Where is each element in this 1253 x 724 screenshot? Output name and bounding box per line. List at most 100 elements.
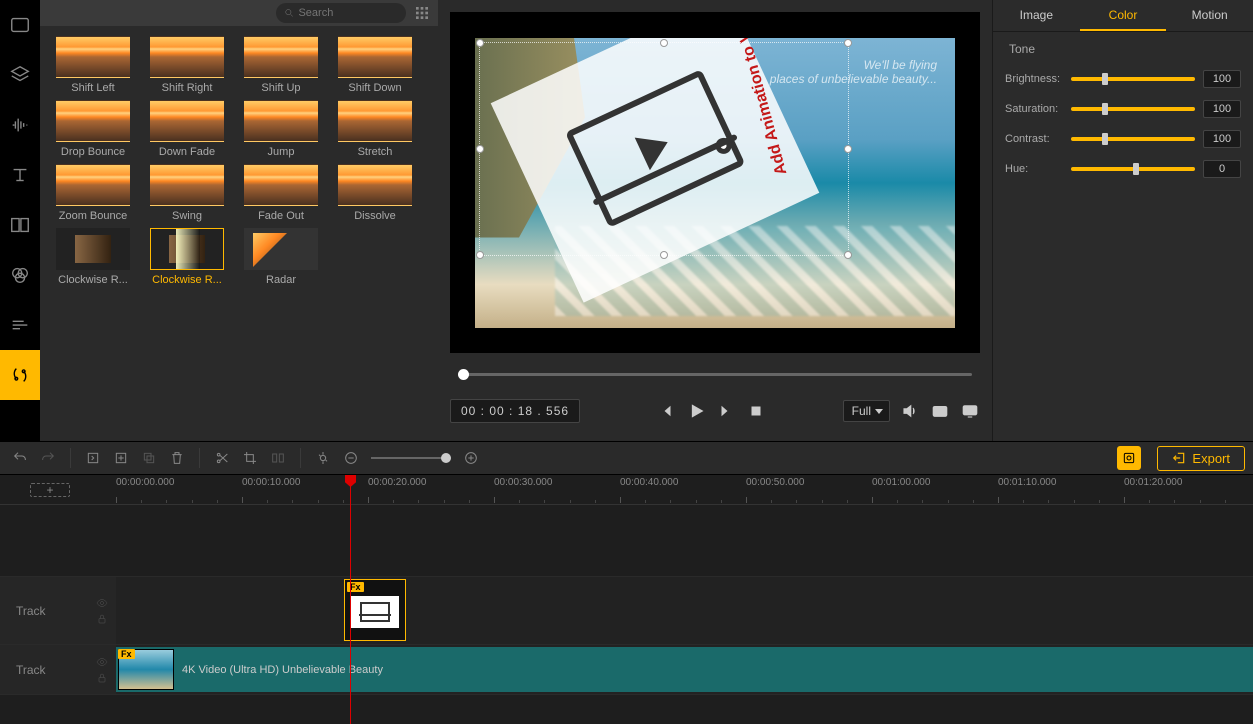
stop-button[interactable] xyxy=(746,401,766,421)
layers-tab[interactable] xyxy=(0,50,40,100)
video-clip[interactable]: Fx 4K Video (Ultra HD) Unbelievable Beau… xyxy=(116,647,1253,692)
effect-item[interactable]: Shift Left xyxy=(46,36,140,94)
saturation-slider[interactable] xyxy=(1071,107,1195,111)
preview-viewport[interactable]: We'll be flying places of unbelievable b… xyxy=(450,12,980,353)
search-box[interactable] xyxy=(276,3,406,23)
effect-item[interactable]: Dissolve xyxy=(328,164,422,222)
overlay-clip[interactable]: Fx xyxy=(344,579,406,641)
cut-button[interactable] xyxy=(210,446,234,470)
next-frame-button[interactable] xyxy=(716,401,736,421)
handle-mid-right[interactable] xyxy=(844,145,852,153)
audio-tab[interactable] xyxy=(0,100,40,150)
add-marker-button[interactable] xyxy=(109,446,133,470)
fullscreen-button[interactable] xyxy=(960,401,980,421)
effect-item[interactable]: Down Fade xyxy=(140,100,234,158)
prop-hue: Hue: 0 xyxy=(993,154,1253,184)
tracks-area: Track Fx Track xyxy=(0,505,1253,695)
add-track-button[interactable]: + xyxy=(30,483,70,497)
effects-panel: Shift LeftShift RightShift UpShift Down D… xyxy=(40,0,438,441)
tab-motion[interactable]: Motion xyxy=(1166,0,1253,31)
hue-value[interactable]: 0 xyxy=(1203,160,1241,178)
undo-button[interactable] xyxy=(8,446,32,470)
effect-item[interactable]: Stretch xyxy=(328,100,422,158)
effect-label: Fade Out xyxy=(234,210,328,222)
effect-item[interactable]: Clockwise R... xyxy=(46,228,140,286)
ruler-label: 00:00:30.000 xyxy=(494,477,552,488)
ruler-label: 00:00:20.000 xyxy=(368,477,426,488)
saturation-value[interactable]: 100 xyxy=(1203,100,1241,118)
split-button[interactable] xyxy=(266,446,290,470)
effect-item[interactable]: Clockwise R... xyxy=(140,228,234,286)
animations-tab[interactable] xyxy=(0,350,40,400)
prop-saturation: Saturation: 100 xyxy=(993,94,1253,124)
tab-color[interactable]: Color xyxy=(1080,0,1167,31)
media-tab[interactable] xyxy=(0,0,40,50)
track-lane-overlay[interactable]: Fx xyxy=(116,577,1253,644)
ruler-label: 00:01:20.000 xyxy=(1124,477,1182,488)
tab-image[interactable]: Image xyxy=(993,0,1080,31)
export-icon xyxy=(1172,451,1186,465)
track-lane-video[interactable]: Fx 4K Video (Ultra HD) Unbelievable Beau… xyxy=(116,645,1253,694)
handle-mid-left[interactable] xyxy=(476,145,484,153)
snap-button[interactable] xyxy=(311,446,335,470)
handle-bottom-left[interactable] xyxy=(476,251,484,259)
contrast-slider[interactable] xyxy=(1071,137,1195,141)
timecode-display[interactable]: 00 : 00 : 18 . 556 xyxy=(450,399,580,423)
prev-frame-button[interactable] xyxy=(656,401,676,421)
split-tab[interactable] xyxy=(0,200,40,250)
fit-mode-select[interactable]: Full xyxy=(843,400,890,422)
text-tab[interactable] xyxy=(0,150,40,200)
preview-panel: We'll be flying places of unbelievable b… xyxy=(438,0,992,441)
effect-item[interactable]: Swing xyxy=(140,164,234,222)
grid-view-icon[interactable] xyxy=(414,5,430,21)
effect-item[interactable]: Shift Right xyxy=(140,36,234,94)
volume-button[interactable] xyxy=(900,401,920,421)
props-tabs: Image Color Motion xyxy=(993,0,1253,32)
effect-item[interactable]: Radar xyxy=(234,228,328,286)
zoom-out-button[interactable] xyxy=(339,446,363,470)
handle-top-center[interactable] xyxy=(660,39,668,47)
effect-item[interactable]: Zoom Bounce xyxy=(46,164,140,222)
search-input[interactable] xyxy=(298,7,398,19)
effect-label: Drop Bounce xyxy=(46,146,140,158)
handle-top-right[interactable] xyxy=(844,39,852,47)
hue-slider[interactable] xyxy=(1071,167,1195,171)
effect-item[interactable]: Shift Down xyxy=(328,36,422,94)
crop-button[interactable] xyxy=(238,446,262,470)
effect-item[interactable]: Drop Bounce xyxy=(46,100,140,158)
effect-label: Shift Right xyxy=(140,82,234,94)
brightness-value[interactable]: 100 xyxy=(1203,70,1241,88)
handle-bottom-center[interactable] xyxy=(660,251,668,259)
timeline-ruler[interactable]: + 00:00:00.00000:00:10.00000:00:20.00000… xyxy=(0,475,1253,505)
effect-item[interactable]: Shift Up xyxy=(234,36,328,94)
effect-label: Stretch xyxy=(328,146,422,158)
selection-box[interactable] xyxy=(479,42,849,256)
handle-top-left[interactable] xyxy=(476,39,484,47)
export-button[interactable]: Export xyxy=(1157,446,1245,471)
lock-icon[interactable] xyxy=(96,613,108,625)
delete-button[interactable] xyxy=(165,446,189,470)
snapshot-button[interactable] xyxy=(930,401,950,421)
effect-item[interactable]: Fade Out xyxy=(234,164,328,222)
visibility-icon[interactable] xyxy=(96,656,108,668)
playhead[interactable] xyxy=(350,475,351,724)
mark-in-button[interactable] xyxy=(81,446,105,470)
effect-thumbnail xyxy=(150,228,224,270)
play-button[interactable] xyxy=(686,401,706,421)
lock-icon[interactable] xyxy=(96,672,108,684)
effect-thumbnail xyxy=(56,100,130,142)
ruler-label: 00:00:10.000 xyxy=(242,477,300,488)
zoom-slider[interactable] xyxy=(371,457,451,459)
render-button[interactable] xyxy=(1117,446,1141,470)
visibility-icon[interactable] xyxy=(96,597,108,609)
zoom-in-button[interactable] xyxy=(459,446,483,470)
effect-item[interactable]: Jump xyxy=(234,100,328,158)
contrast-value[interactable]: 100 xyxy=(1203,130,1241,148)
handle-bottom-right[interactable] xyxy=(844,251,852,259)
transitions-tab[interactable] xyxy=(0,300,40,350)
copy-button[interactable] xyxy=(137,446,161,470)
preview-scrubber[interactable] xyxy=(454,365,976,383)
redo-button[interactable] xyxy=(36,446,60,470)
brightness-slider[interactable] xyxy=(1071,77,1195,81)
filters-tab[interactable] xyxy=(0,250,40,300)
